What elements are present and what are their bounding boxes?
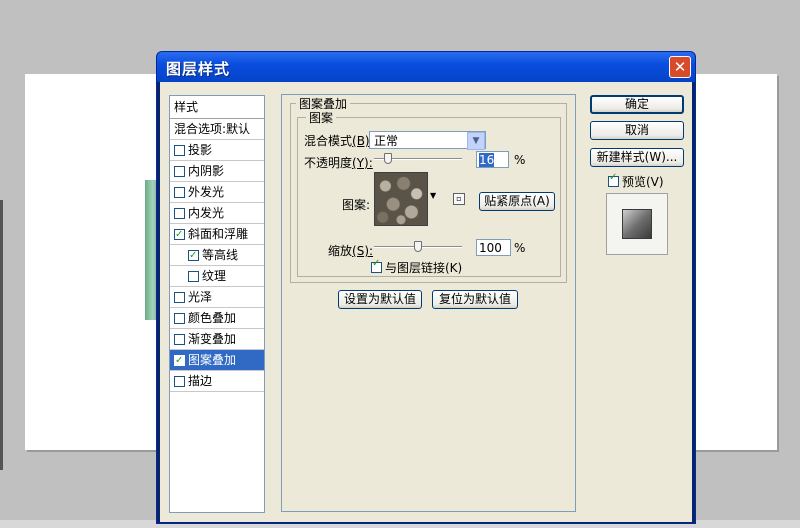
blend-mode-select[interactable]: 正常 ▼ (369, 131, 486, 150)
scale-slider-thumb[interactable] (414, 241, 422, 252)
style-item[interactable]: 纹理 (170, 266, 264, 287)
preview-checkbox-box[interactable] (608, 172, 619, 187)
style-item-label: 投影 (188, 143, 213, 157)
dialog-body: 样式 混合选项:默认 投影内阴影外发光内发光斜面和浮雕等高线纹理光泽颜色叠加渐变… (160, 82, 692, 522)
layer-style-dialog: 图层样式 ✕ 样式 混合选项:默认 投影内阴影外发光内发光斜面和浮雕等高线纹理光… (156, 51, 696, 524)
pattern-dropdown-icon[interactable]: ▼ (430, 191, 436, 200)
pattern-overlay-panel: 图案叠加 图案 混合模式(B): 正常 ▼ 不透明度(Y): 16 % 图案: … (281, 94, 576, 512)
style-item-label: 图案叠加 (188, 353, 237, 367)
style-item-checkbox[interactable] (174, 186, 185, 198)
opacity-label: 不透明度(Y): (304, 156, 373, 170)
style-item-checkbox[interactable] (174, 333, 185, 345)
style-item[interactable]: 斜面和浮雕 (170, 224, 264, 245)
dialog-titlebar[interactable]: 图层样式 ✕ (157, 52, 695, 82)
cancel-button[interactable]: 取消 (590, 121, 684, 140)
blend-mode-value: 正常 (374, 134, 399, 148)
set-default-button[interactable]: 设置为默认值 (338, 290, 422, 309)
reset-default-button[interactable]: 复位为默认值 (432, 290, 518, 309)
new-preset-icon[interactable]: ▫ (453, 193, 465, 205)
pattern-label: 图案: (342, 198, 371, 212)
style-item[interactable]: 图案叠加 (170, 350, 264, 371)
blend-options-item[interactable]: 混合选项:默认 (170, 119, 264, 140)
style-item-label: 颜色叠加 (188, 311, 237, 325)
close-button[interactable]: ✕ (669, 56, 691, 78)
style-item-checkbox[interactable] (174, 144, 185, 156)
preview-swatch (622, 209, 652, 239)
close-icon: ✕ (673, 58, 687, 76)
opacity-input[interactable]: 16 (476, 151, 509, 168)
style-item[interactable]: 描边 (170, 371, 264, 392)
style-preview (606, 193, 668, 255)
style-item-label: 等高线 (202, 248, 239, 262)
style-item-checkbox[interactable] (188, 270, 199, 282)
style-item-checkbox[interactable] (174, 375, 185, 387)
style-item[interactable]: 外发光 (170, 182, 264, 203)
style-item[interactable]: 内发光 (170, 203, 264, 224)
link-checkbox-box[interactable] (371, 258, 382, 273)
style-item-checkbox[interactable] (188, 246, 199, 266)
style-list: 样式 混合选项:默认 投影内阴影外发光内发光斜面和浮雕等高线纹理光泽颜色叠加渐变… (169, 95, 265, 513)
left-panel-edge (0, 200, 3, 470)
opacity-slider-thumb[interactable] (384, 153, 393, 164)
style-list-header[interactable]: 样式 (170, 96, 264, 119)
style-item[interactable]: 光泽 (170, 287, 264, 308)
stones-pattern-swatch[interactable] (374, 172, 428, 226)
pattern-group-title: 图案 (306, 109, 337, 126)
style-item-checkbox[interactable] (174, 312, 185, 324)
link-with-layer-label: 与图层链接(K) (385, 261, 463, 275)
style-item[interactable]: 渐变叠加 (170, 329, 264, 350)
snap-to-origin-button[interactable]: 贴紧原点(A) (479, 192, 555, 211)
style-item[interactable]: 投影 (170, 140, 264, 161)
preview-label: 预览(V) (622, 175, 664, 189)
style-item-label: 光泽 (188, 290, 213, 304)
pattern-group: 图案 混合模式(B): 正常 ▼ 不透明度(Y): 16 % 图案: ▼ ▫ 贴… (297, 109, 561, 277)
scale-input[interactable]: 100 (476, 239, 511, 256)
blend-mode-label: 混合模式(B): (304, 134, 374, 148)
style-item-label: 纹理 (202, 269, 227, 283)
style-item-label: 内阴影 (188, 164, 225, 178)
style-item[interactable]: 颜色叠加 (170, 308, 264, 329)
new-style-button[interactable]: 新建样式(W)... (590, 148, 684, 167)
style-item[interactable]: 等高线 (170, 245, 264, 266)
style-item-checkbox[interactable] (174, 207, 185, 219)
style-item-label: 内发光 (188, 206, 225, 220)
chevron-down-icon[interactable]: ▼ (467, 132, 485, 150)
style-item[interactable]: 内阴影 (170, 161, 264, 182)
style-item-checkbox[interactable] (174, 291, 185, 303)
dialog-title: 图层样式 (166, 60, 231, 78)
link-with-layer-checkbox[interactable]: 与图层链接(K) (371, 258, 463, 276)
scale-percent: % (514, 241, 526, 255)
style-item-checkbox[interactable] (174, 225, 185, 245)
style-item-label: 描边 (188, 374, 213, 388)
opacity-percent: % (514, 153, 526, 167)
style-item-label: 斜面和浮雕 (188, 227, 249, 241)
style-item-label: 外发光 (188, 185, 225, 199)
preview-checkbox[interactable]: 预览(V) (608, 172, 664, 190)
style-item-checkbox[interactable] (174, 351, 185, 371)
scale-label: 缩放(S): (328, 244, 374, 258)
ok-button[interactable]: 确定 (590, 95, 684, 114)
style-item-label: 渐变叠加 (188, 332, 237, 346)
pattern-overlay-group: 图案叠加 图案 混合模式(B): 正常 ▼ 不透明度(Y): 16 % 图案: … (290, 95, 567, 283)
style-item-checkbox[interactable] (174, 165, 185, 177)
